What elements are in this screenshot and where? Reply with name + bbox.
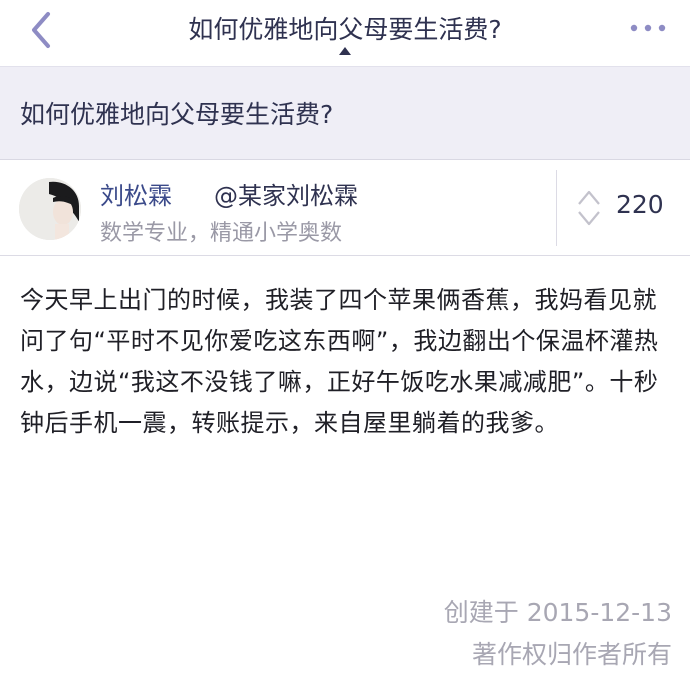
answer-page: 如何优雅地向父母要生活费? 如何优雅地向父母要生活费? 刘松霖 @某家刘松霖 数… [0,0,690,690]
avatar[interactable] [19,178,81,240]
answer-body: 今天早上出门的时候，我装了四个苹果俩香蕉，我妈看见就问了句“平时不见你爱吃这东西… [20,286,659,437]
created-date: 创建于 2015-12-13 [443,598,672,627]
more-options-button[interactable] [628,18,668,38]
vote-count: 220 [616,190,664,219]
more-dots-icon [630,24,666,32]
question-header[interactable]: 如何优雅地向父母要生活费? [0,66,690,160]
vote-divider [556,170,557,246]
vote-arrows-icon [578,190,600,226]
author-name[interactable]: 刘松霖 [100,176,172,211]
caret-up-icon [339,47,351,55]
author-handle[interactable]: @某家刘松霖 [214,176,358,211]
copyright-notice: 著作权归作者所有 [471,640,672,669]
answer-meta: 创建于 2015-12-13 著作权归作者所有 [444,592,672,676]
vote-button[interactable] [576,186,602,230]
author-bio: 数学专业，精通小学奥数 [100,221,343,246]
answer-author-row: 刘松霖 @某家刘松霖 数学专业，精通小学奥数 220 [0,160,690,256]
chevron-left-icon [32,12,50,48]
nav-title[interactable]: 如何优雅地向父母要生活费? [100,10,590,46]
question-title[interactable]: 如何优雅地向父母要生活费? [20,95,333,131]
top-navigation-bar: 如何优雅地向父母要生活费? [0,0,690,66]
avatar-image [19,178,81,240]
back-button[interactable] [22,8,66,52]
